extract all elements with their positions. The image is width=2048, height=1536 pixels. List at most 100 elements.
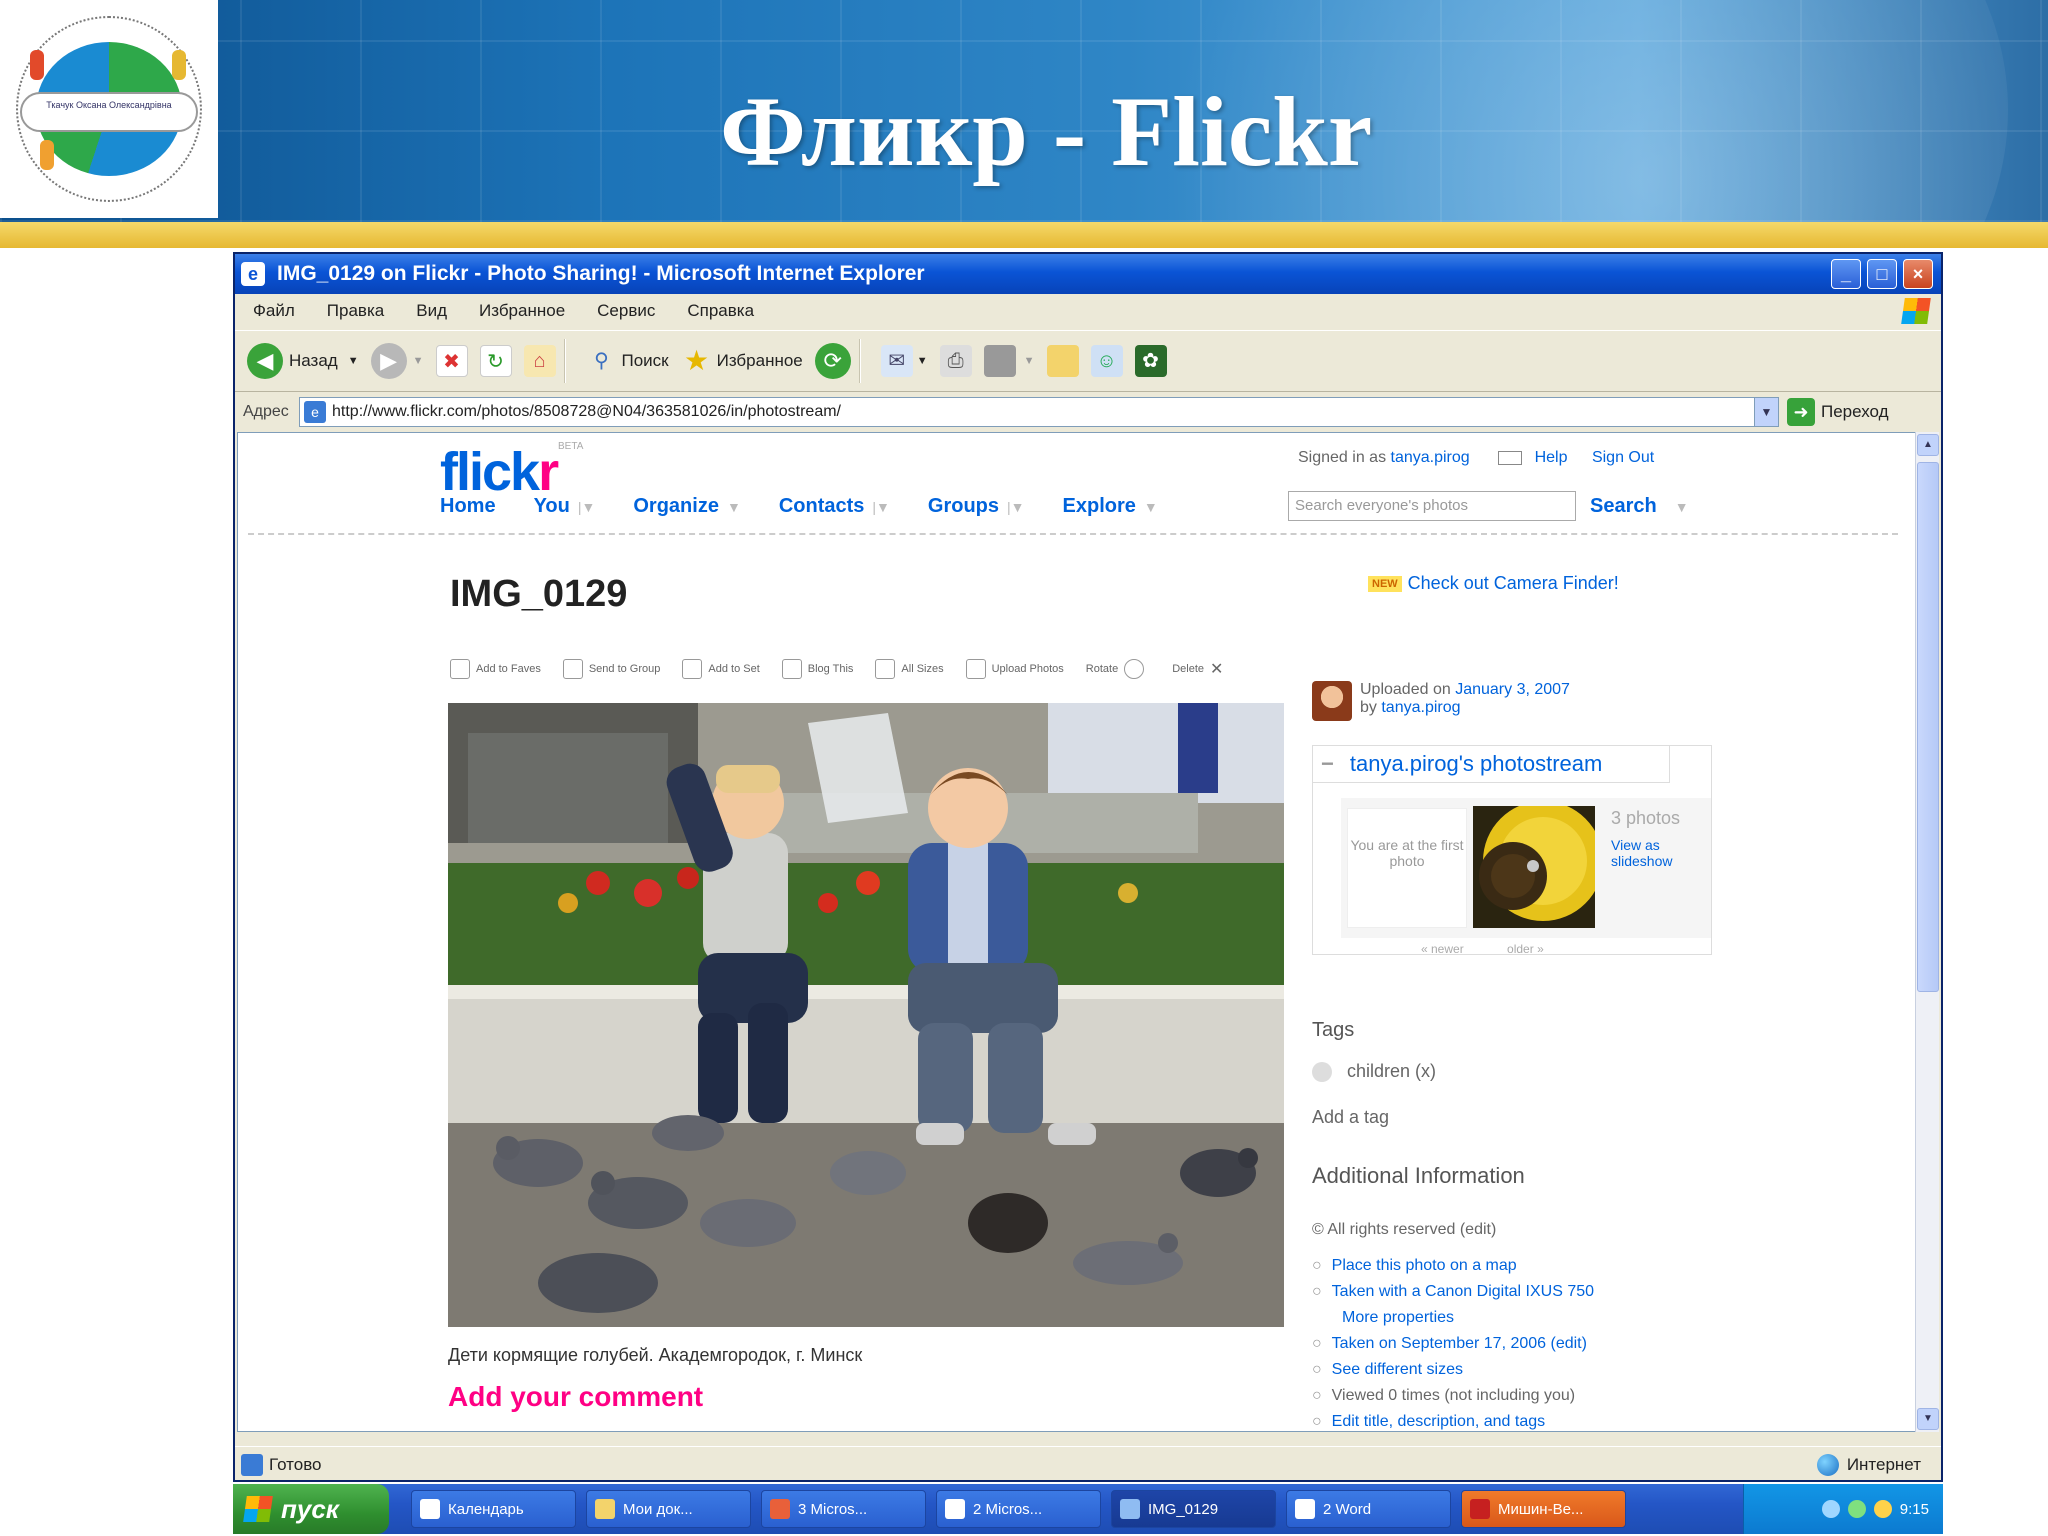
- nav-home[interactable]: Home: [440, 495, 496, 518]
- back-button[interactable]: ◀ Назад ▼: [247, 343, 359, 379]
- chevron-down-icon[interactable]: ▼: [1754, 398, 1778, 426]
- photostream-tab[interactable]: − tanya.pirog's photostream: [1312, 745, 1670, 783]
- mail-button[interactable]: ✉ ▼: [880, 345, 928, 377]
- camera-link[interactable]: Taken with a Canon Digital IXUS 750: [1332, 1283, 1594, 1300]
- menu-edit[interactable]: Правка: [327, 301, 384, 321]
- search-input[interactable]: Search everyone's photos: [1288, 491, 1576, 521]
- avatar[interactable]: [1312, 681, 1352, 721]
- minimize-button[interactable]: _: [1831, 259, 1861, 289]
- add-tag-link[interactable]: Add a tag: [1312, 1107, 1389, 1128]
- sign-out-link[interactable]: Sign Out: [1592, 449, 1654, 466]
- menu-view[interactable]: Вид: [416, 301, 447, 321]
- all-sizes-button[interactable]: All Sizes: [875, 659, 944, 679]
- uploader-link[interactable]: tanya.pirog: [1381, 699, 1460, 716]
- chevron-down-icon[interactable]: ▼: [1675, 499, 1689, 515]
- menu-tools[interactable]: Сервис: [597, 301, 655, 321]
- help-link[interactable]: Help: [1535, 449, 1568, 466]
- edit-button[interactable]: ▼: [983, 345, 1035, 377]
- taskbar-item[interactable]: 3 Micros...: [761, 1490, 926, 1528]
- main-photo[interactable]: [448, 703, 1284, 1327]
- network-icon[interactable]: [1821, 1500, 1840, 1518]
- chevron-down-icon[interactable]: ▼: [1024, 355, 1035, 367]
- taskbar-item[interactable]: Мои док...: [586, 1490, 751, 1528]
- add-to-faves-button[interactable]: Add to Faves: [450, 659, 541, 679]
- research-button[interactable]: ✿: [1134, 345, 1167, 377]
- scroll-up-icon[interactable]: ▲: [1917, 434, 1939, 456]
- list-item[interactable]: More properties: [1312, 1309, 1594, 1327]
- rights-label[interactable]: All rights reserved (edit): [1327, 1221, 1496, 1238]
- print-button[interactable]: ⎙: [939, 345, 972, 377]
- nav-organize[interactable]: Organize ▼: [633, 495, 740, 518]
- taskbar-item[interactable]: 2 Word: [1286, 1490, 1451, 1528]
- chevron-down-icon[interactable]: ▼: [413, 355, 424, 367]
- search-submit-button[interactable]: Search ▼: [1590, 495, 1689, 518]
- tray-app-icon[interactable]: [1873, 1500, 1892, 1518]
- user-link[interactable]: tanya.pirog: [1391, 449, 1470, 466]
- list-item[interactable]: Edit title, description, and tags: [1312, 1413, 1594, 1431]
- address-input[interactable]: e http://www.flickr.com/photos/8508728@N…: [299, 397, 1779, 427]
- chevron-down-icon[interactable]: ▼: [1144, 499, 1158, 515]
- list-item[interactable]: Taken with a Canon Digital IXUS 750: [1312, 1283, 1594, 1301]
- clock[interactable]: 9:15: [1900, 1501, 1929, 1518]
- nav-groups[interactable]: Groups |▼: [928, 495, 1025, 518]
- forward-button[interactable]: ▶ ▼: [370, 343, 424, 379]
- add-to-set-button[interactable]: Add to Set: [682, 659, 760, 679]
- taskbar-item-active[interactable]: IMG_0129: [1111, 1490, 1276, 1528]
- start-button[interactable]: пуск: [233, 1484, 389, 1534]
- edit-title-link[interactable]: Edit title, description, and tags: [1332, 1413, 1545, 1430]
- list-item[interactable]: See different sizes: [1312, 1361, 1594, 1379]
- upload-date-link[interactable]: January 3, 2007: [1455, 681, 1570, 698]
- nav-you[interactable]: You |▼: [534, 495, 596, 518]
- collapse-icon[interactable]: −: [1321, 751, 1334, 777]
- taskbar-item[interactable]: Календарь: [411, 1490, 576, 1528]
- scroll-thumb[interactable]: [1917, 462, 1939, 992]
- go-button[interactable]: ➜ Переход: [1787, 398, 1889, 426]
- chevron-down-icon[interactable]: |▼: [578, 499, 596, 515]
- vertical-scrollbar[interactable]: ▲ ▼: [1915, 432, 1939, 1432]
- search-button[interactable]: ⚲ Поиск: [586, 345, 668, 377]
- stop-button[interactable]: ✖: [435, 345, 468, 377]
- home-button[interactable]: ⌂: [523, 345, 556, 377]
- camera-finder-link[interactable]: Check out Camera Finder!: [1408, 573, 1619, 594]
- blog-this-button[interactable]: Blog This: [781, 659, 853, 679]
- map-link[interactable]: Place this photo on a map: [1332, 1257, 1517, 1274]
- send-to-group-button[interactable]: Send to Group: [562, 659, 660, 679]
- properties-link[interactable]: More properties: [1342, 1309, 1454, 1326]
- camera-finder-promo[interactable]: NEW Check out Camera Finder!: [1368, 573, 1619, 594]
- flickr-logo[interactable]: flickr: [440, 441, 559, 503]
- nav-contacts[interactable]: Contacts |▼: [779, 495, 890, 518]
- close-button[interactable]: ×: [1903, 259, 1933, 289]
- scroll-down-icon[interactable]: ▼: [1917, 1408, 1939, 1430]
- nav-explore[interactable]: Explore ▼: [1063, 495, 1158, 518]
- slideshow-link[interactable]: View as slideshow: [1611, 837, 1711, 869]
- menu-favorites[interactable]: Избранное: [479, 301, 565, 321]
- mail-icon[interactable]: [1498, 450, 1523, 465]
- chevron-down-icon[interactable]: |▼: [1007, 499, 1025, 515]
- refresh-button[interactable]: ↻: [479, 345, 512, 377]
- sunflower-thumbnail[interactable]: [1473, 806, 1595, 928]
- newer-link[interactable]: « newer: [1421, 942, 1464, 956]
- tray-app-icon[interactable]: [1847, 1500, 1866, 1518]
- delete-button[interactable]: Delete ✕: [1172, 659, 1223, 679]
- menu-file[interactable]: Файл: [253, 301, 295, 321]
- rotate-button[interactable]: Rotate: [1086, 659, 1150, 679]
- messenger-button[interactable]: ☺: [1090, 345, 1123, 377]
- chevron-down-icon[interactable]: ▼: [348, 355, 359, 367]
- taken-on-link[interactable]: Taken on September 17, 2006 (edit): [1332, 1335, 1587, 1352]
- window-titlebar[interactable]: e IMG_0129 on Flickr - Photo Sharing! - …: [235, 254, 1941, 294]
- upload-photos-button[interactable]: Upload Photos: [965, 659, 1064, 679]
- list-item[interactable]: Place this photo on a map: [1312, 1257, 1594, 1275]
- tag-label[interactable]: children (x): [1347, 1061, 1436, 1081]
- chevron-down-icon[interactable]: ▼: [917, 355, 928, 367]
- chevron-down-icon[interactable]: |▼: [872, 499, 890, 515]
- sizes-link[interactable]: See different sizes: [1332, 1361, 1463, 1378]
- chevron-down-icon[interactable]: ▼: [727, 499, 741, 515]
- favorites-button[interactable]: ★ Избранное: [681, 345, 803, 377]
- older-link[interactable]: older »: [1507, 942, 1544, 956]
- taskbar-item[interactable]: Мишин-Ве...: [1461, 1490, 1626, 1528]
- maximize-button[interactable]: □: [1867, 259, 1897, 289]
- menu-help[interactable]: Справка: [687, 301, 754, 321]
- list-item[interactable]: Taken on September 17, 2006 (edit): [1312, 1335, 1594, 1353]
- folder-button[interactable]: [1046, 345, 1079, 377]
- taskbar-item[interactable]: 2 Micros...: [936, 1490, 1101, 1528]
